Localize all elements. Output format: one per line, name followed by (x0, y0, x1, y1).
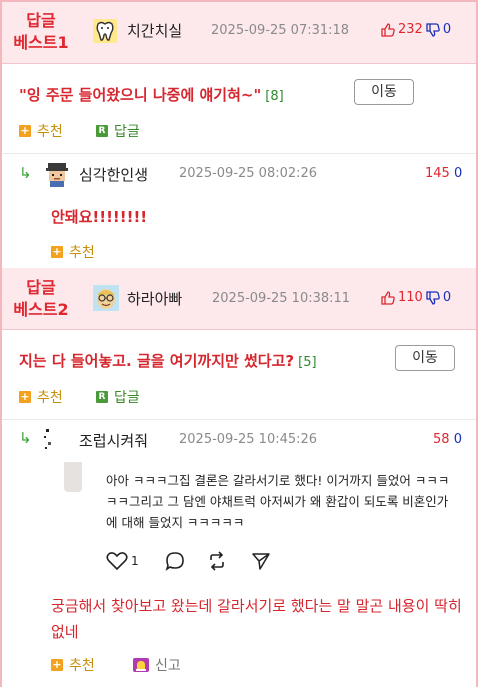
reply-r-icon: R (96, 391, 108, 403)
reply-score: 58 0 (433, 432, 462, 447)
down-count: 0 (442, 290, 452, 305)
comment-date: 2025-09-25 07:31:18 (211, 23, 350, 38)
plus-icon: + (19, 124, 31, 137)
quote-avatar (64, 462, 82, 492)
vote-box: 110 0 (381, 290, 451, 305)
reply-up-count: 58 (433, 432, 450, 447)
divider (2, 419, 476, 420)
reply-recommend-button[interactable]: + 추천 (51, 655, 95, 675)
report-button[interactable]: 신고 (133, 655, 181, 675)
reply-r-icon: R (96, 125, 108, 137)
comment-bubble-button[interactable] (165, 551, 185, 571)
plus-icon: + (19, 390, 31, 403)
repost-button[interactable] (207, 551, 227, 571)
recommend-button[interactable]: + 추천 (19, 121, 63, 141)
reply-score: 145 0 (425, 166, 462, 181)
recommend-label: 추천 (69, 658, 95, 674)
best-label: 답글 베스트2 (6, 277, 76, 321)
comment-date: 2025-09-25 10:38:11 (212, 291, 351, 306)
reply-nickname[interactable]: 심각한인생 (79, 164, 148, 185)
speech-bubble-icon (165, 552, 184, 571)
heart-button[interactable]: 1 (106, 551, 139, 571)
up-count: 110 (398, 290, 423, 305)
repost-icon (209, 551, 224, 571)
heart-icon (106, 552, 128, 571)
recommend-label: 추천 (37, 390, 63, 406)
comment-text-body: 지는 다 들어놓고. 글을 여기까지만 썼다고? (19, 352, 295, 370)
thumbs-up-icon[interactable] (381, 290, 395, 305)
like-count: 1 (131, 554, 139, 568)
plus-icon: + (51, 658, 63, 671)
recommend-button[interactable]: + 추천 (19, 387, 63, 407)
best-label-line: 베스트1 (13, 33, 69, 52)
reply-button[interactable]: R 답글 (96, 121, 140, 141)
reply-recommend-button[interactable]: + 추천 (51, 242, 95, 262)
recommend-label: 추천 (69, 245, 95, 261)
reply-date: 2025-09-25 08:02:26 (179, 166, 318, 181)
reply-up-count: 145 (425, 166, 450, 181)
reply-down-count: 0 (453, 166, 463, 181)
tiny-figure-icon (44, 429, 51, 449)
comment-text: "잉 주문 들어왔으니 나중에 얘기혀~" [8] (19, 84, 284, 105)
report-siren-icon (133, 658, 149, 672)
comment-text-body: "잉 주문 들어왔으니 나중에 얘기혀~" (19, 86, 262, 104)
face-glasses-icon (93, 285, 119, 311)
reply-label: 답글 (114, 390, 140, 406)
reply-arrow-icon: ↳ (19, 164, 32, 182)
reply-nickname[interactable]: 조럽시켜줘 (79, 430, 148, 451)
reply-label: 답글 (114, 124, 140, 140)
recommend-label: 추천 (37, 124, 63, 140)
report-label: 신고 (155, 658, 181, 674)
share-button[interactable] (251, 551, 271, 571)
thumbs-up-icon[interactable] (381, 22, 395, 37)
move-button[interactable]: 이동 (354, 79, 414, 105)
pixel-face-icon (44, 161, 70, 187)
thumbs-down-icon[interactable] (426, 290, 440, 305)
best-label-line: 베스트2 (13, 300, 69, 319)
divider (2, 153, 476, 154)
best-label: 답글 베스트1 (6, 10, 76, 54)
best-label-line: 답글 (26, 278, 56, 297)
reply-text: 안돼요!!!!!!!! (51, 208, 148, 226)
reply-down-count: 0 (453, 432, 462, 447)
comment-nickname[interactable]: 치간치실 (127, 20, 182, 41)
down-count: 0 (442, 22, 452, 37)
up-count: 232 (398, 22, 423, 37)
vote-box: 232 0 (381, 22, 451, 37)
quote-actions: 1 (106, 551, 271, 571)
reply-count: [5] (298, 355, 317, 370)
comment-nickname[interactable]: 하라아빠 (127, 288, 182, 309)
reply-date: 2025-09-25 10:45:26 (179, 432, 318, 447)
thumbs-down-icon[interactable] (426, 22, 440, 37)
tooth-icon (93, 19, 117, 43)
comment-text: 지는 다 들어놓고. 글을 여기까지만 썼다고? [5] (19, 350, 317, 371)
reply-button[interactable]: R 답글 (96, 387, 140, 407)
move-button[interactable]: 이동 (395, 345, 455, 371)
quote-text: 아아 ㅋㅋㅋ그집 결론은 갈라서기로 했다! 이거까지 들었어 ㅋㅋㅋㅋㅋ그리고… (106, 473, 450, 530)
best-label-line: 답글 (26, 11, 56, 30)
plus-icon: + (51, 245, 63, 258)
reply-arrow-icon: ↳ (19, 429, 32, 447)
reply-text: 궁금해서 찾아보고 왔는데 갈라서기로 했다는 말 말곤 내용이 딱히 없네 (51, 597, 462, 641)
reply-count: [8] (265, 89, 284, 104)
send-icon (251, 553, 270, 570)
